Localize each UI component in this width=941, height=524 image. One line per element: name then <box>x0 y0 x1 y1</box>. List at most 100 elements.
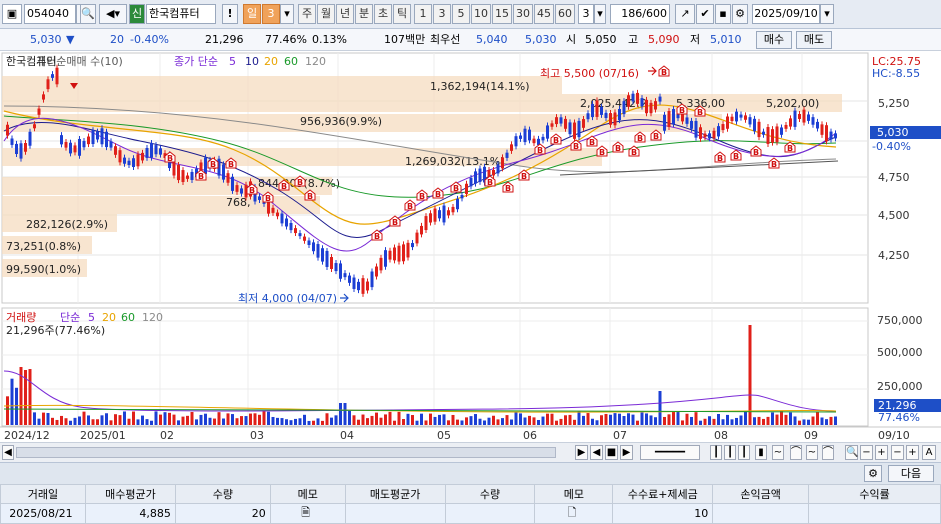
svg-text:B: B <box>679 106 685 115</box>
scroll-left-icon[interactable]: ◀ <box>2 445 14 460</box>
date-input[interactable]: 2025/09/10 <box>752 4 820 24</box>
chart-tool-icon[interactable]: ↗ <box>675 4 695 24</box>
volume-bar <box>807 419 810 425</box>
period-week-button[interactable]: 주 <box>298 4 316 24</box>
candle-body <box>735 111 738 122</box>
volume-bar <box>222 418 225 425</box>
speaker-icon[interactable]: ◀▾ <box>99 4 127 24</box>
candle-body <box>811 117 815 125</box>
sell-button[interactable]: 매도 <box>796 31 832 49</box>
legend-ma60: 60 <box>284 55 298 68</box>
candle-body <box>546 125 549 139</box>
x-tick: 03 <box>250 429 264 442</box>
settings-gear-icon[interactable]: ⚙ <box>864 465 882 482</box>
interval-60-button[interactable]: 60 <box>555 4 575 24</box>
zoom-slider[interactable]: ━━━━━ <box>640 445 700 460</box>
menu-icon[interactable]: ▣ <box>2 4 22 24</box>
period-num[interactable]: 3 <box>262 4 280 24</box>
candle-icon[interactable]: ┃ <box>738 445 750 460</box>
memo-icon[interactable]: 🗋 <box>534 503 614 524</box>
table-row[interactable]: 2025/08/21 4,885 20 🗎 🗋 10 <box>0 503 941 524</box>
svg-text:B: B <box>453 184 459 193</box>
volume-bar <box>312 420 315 425</box>
volume-bar <box>645 413 648 425</box>
low-price: 5,010 <box>710 33 742 46</box>
play-icon[interactable]: ◀ <box>590 445 603 460</box>
svg-text:B: B <box>521 172 527 181</box>
col-buy-avg: 매수평균가 <box>84 484 176 504</box>
scrollbar-track[interactable] <box>16 447 556 458</box>
svg-text:B: B <box>435 190 441 199</box>
interval-1-button[interactable]: 1 <box>414 4 432 24</box>
interval-30-button[interactable]: 30 <box>513 4 533 24</box>
fit-icon[interactable]: + <box>906 445 919 460</box>
candle-body <box>181 170 185 183</box>
chart-area[interactable]: 1,362,194(14.1%) 2,025,442(2 956,936(9.9%)… <box>0 51 941 447</box>
candle-body <box>433 208 437 222</box>
interval-5-button[interactable]: 5 <box>452 4 470 24</box>
interval-45-button[interactable]: 45 <box>534 4 554 24</box>
bar-icon[interactable]: ▮ <box>755 445 767 460</box>
volume-bar <box>829 416 833 425</box>
memo-icon[interactable]: 🗎 <box>269 503 346 524</box>
x-tick: 2024/12 <box>4 429 50 442</box>
check-chart-icon[interactable]: ✔ <box>696 4 714 24</box>
zoom-in-icon[interactable]: 🔍 <box>845 445 858 460</box>
save-icon[interactable]: ▪ <box>715 4 731 24</box>
period-day-button[interactable]: 일 <box>243 4 261 24</box>
candle-body <box>42 94 45 100</box>
period-year-button[interactable]: 년 <box>336 4 354 24</box>
candle-body <box>388 250 392 260</box>
volume-bar <box>492 415 495 425</box>
interval-dropdown-icon[interactable]: ▾ <box>594 4 606 24</box>
font-size-icon[interactable]: A <box>922 445 936 460</box>
volume-bar <box>613 413 617 425</box>
col-sell-qty: 수량 <box>444 484 536 504</box>
scroll-right-icon[interactable]: ▶ <box>575 445 588 460</box>
candle-body <box>474 171 477 184</box>
line-chart-icon[interactable]: ⌒ <box>822 445 834 460</box>
settings-gear-icon[interactable]: ⚙ <box>732 4 748 24</box>
line-chart-icon[interactable]: ⌒ <box>790 445 802 460</box>
zoom-out-icon[interactable]: − <box>860 445 873 460</box>
svg-text:B: B <box>167 154 173 163</box>
line-chart-icon[interactable]: ~ <box>772 445 784 460</box>
candle-body <box>757 121 761 138</box>
alert-button[interactable]: ! <box>222 4 238 24</box>
period-month-button[interactable]: 월 <box>317 4 335 24</box>
candle-body <box>379 257 383 271</box>
interval-10-button[interactable]: 10 <box>471 4 491 24</box>
volume-bar <box>640 412 644 425</box>
buy-button[interactable]: 매수 <box>756 31 792 49</box>
candle-icon[interactable]: ┃ <box>724 445 736 460</box>
candle-body <box>96 131 99 140</box>
candle-body <box>361 278 365 294</box>
minus-icon[interactable]: − <box>891 445 904 460</box>
period-dropdown-icon[interactable]: ▾ <box>280 4 294 24</box>
bar-count-field[interactable]: 186/600 <box>610 4 670 24</box>
next-button[interactable]: 다음 <box>888 465 934 482</box>
stock-code-input[interactable]: 054040 <box>24 4 76 24</box>
candle-body <box>658 96 662 102</box>
candle-body <box>240 188 243 194</box>
price-change: 20 <box>110 33 124 46</box>
interval-15-button[interactable]: 15 <box>492 4 512 24</box>
volume-bar <box>411 415 414 425</box>
candle-icon[interactable]: ┃ <box>710 445 722 460</box>
volume-bar <box>96 419 99 425</box>
line-chart-icon[interactable]: ~ <box>806 445 818 460</box>
interval-custom-input[interactable]: 3 <box>578 4 594 24</box>
period-tick-button[interactable]: 틱 <box>393 4 411 24</box>
stop-icon[interactable]: ■ <box>605 445 618 460</box>
volume-bar <box>213 418 216 425</box>
interval-3-button[interactable]: 3 <box>433 4 451 24</box>
search-icon[interactable]: 🔍 <box>80 4 96 24</box>
period-second-button[interactable]: 초 <box>374 4 392 24</box>
forward-icon[interactable]: ▶ <box>620 445 633 460</box>
volume-bar <box>163 412 167 425</box>
date-dropdown-icon[interactable]: ▾ <box>820 4 834 24</box>
period-minute-button[interactable]: 분 <box>355 4 373 24</box>
volume-profile-label: 956,936(9.9%) <box>300 115 382 128</box>
volume-bar <box>595 420 599 425</box>
plus-icon[interactable]: + <box>875 445 888 460</box>
